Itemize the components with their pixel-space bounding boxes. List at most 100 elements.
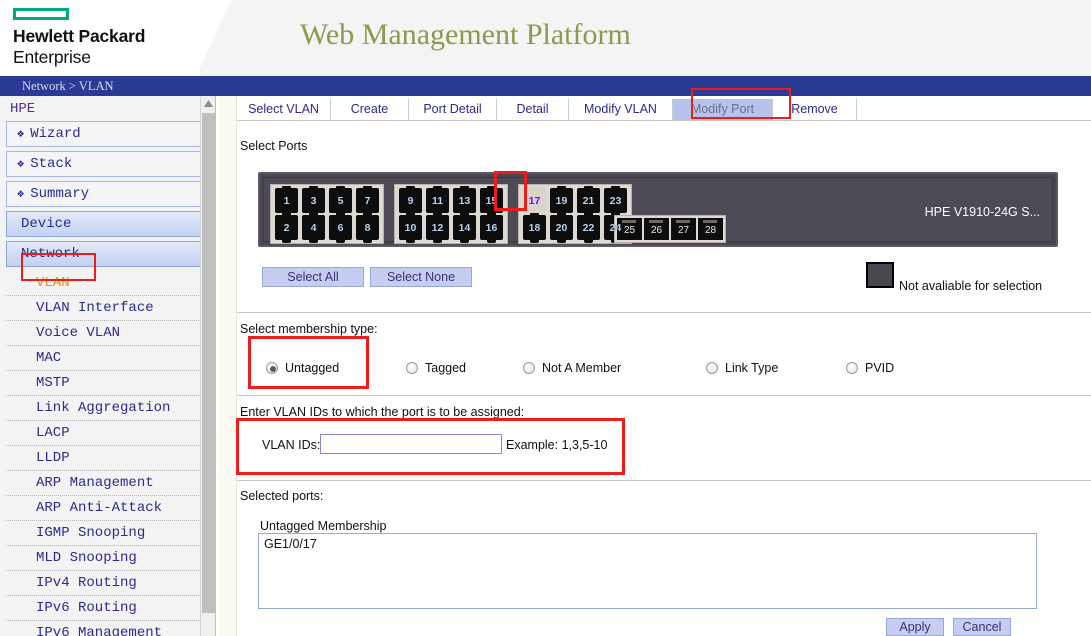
- port-number-label: 5: [337, 194, 344, 207]
- port-24[interactable]: 24: [603, 213, 628, 243]
- port-16[interactable]: 16: [479, 213, 504, 243]
- tab-port-detail[interactable]: Port Detail: [409, 99, 497, 120]
- tab-detail[interactable]: Detail: [497, 99, 569, 120]
- port-panel: 1 2 3 4 5 6 7 8 9 10 11 12 13 14 15 16 17 18 19 20 21 22 23 24 …: [258, 172, 1058, 247]
- sidebar-item-arp-anti-attack[interactable]: ARP Anti-Attack: [6, 496, 209, 521]
- port-number-label: 20: [555, 221, 568, 234]
- sidebar-item-mstp[interactable]: MSTP: [6, 371, 209, 396]
- sidebar-item-list: ❖ Wizard ❖ Stack ❖ Summary Device Network VLAN VL…: [0, 121, 215, 636]
- port-11[interactable]: 11: [425, 186, 450, 216]
- sidebar-item-mac[interactable]: MAC: [6, 346, 209, 371]
- vlan-ids-field-label: VLAN IDs:: [262, 438, 321, 452]
- sidebar-item-arp-management[interactable]: ARP Management: [6, 471, 209, 496]
- port-19[interactable]: 19: [549, 186, 574, 216]
- port-number-label: 8: [364, 221, 371, 234]
- radio-link-type[interactable]: Link Type: [706, 361, 778, 375]
- port-panel-inner: 1 2 3 4 5 6 7 8 9 10 11 12 13 14 15 16 17 18 19 20 21 22 23 24 …: [263, 177, 1053, 244]
- radio-button-icon[interactable]: [406, 362, 418, 374]
- port-2[interactable]: 2: [274, 213, 299, 243]
- tab-modify-vlan[interactable]: Modify VLAN: [569, 99, 673, 120]
- tab-create[interactable]: Create: [331, 99, 409, 120]
- tab-modify-port[interactable]: Modify Port: [673, 99, 773, 120]
- sidebar-item-lacp[interactable]: LACP: [6, 421, 209, 446]
- port-21[interactable]: 21: [576, 186, 601, 216]
- sfp-port-28[interactable]: 28: [698, 218, 723, 240]
- sidebar-item-igmp-snooping[interactable]: IGMP Snooping: [6, 521, 209, 546]
- sidebar-item-ipv6-management[interactable]: IPv6 Management: [6, 621, 209, 636]
- sidebar-item-mld-snooping[interactable]: MLD Snooping: [6, 546, 209, 571]
- sidebar-item-ipv6-routing[interactable]: IPv6 Routing: [6, 596, 209, 621]
- diamond-bullet-icon: ❖: [17, 127, 25, 141]
- unavailable-legend-swatch: [866, 262, 894, 288]
- sidebar-item-vlan-interface[interactable]: VLAN Interface: [6, 296, 209, 321]
- diamond-bullet-icon: ❖: [17, 157, 25, 171]
- apply-button[interactable]: Apply: [886, 618, 944, 636]
- port-column: 56: [328, 186, 353, 243]
- sidebar-group-network[interactable]: Network: [6, 241, 209, 267]
- radio-button-icon[interactable]: [846, 362, 858, 374]
- port-5[interactable]: 5: [328, 186, 353, 216]
- port-3[interactable]: 3: [301, 186, 326, 216]
- select-none-button[interactable]: Select None: [370, 267, 472, 287]
- port-12[interactable]: 12: [425, 213, 450, 243]
- radio-button-icon[interactable]: [706, 362, 718, 374]
- radio-button-icon[interactable]: [523, 362, 535, 374]
- sidebar-item-lldp[interactable]: LLDP: [6, 446, 209, 471]
- scrollbar-thumb[interactable]: [202, 113, 215, 613]
- port-6[interactable]: 6: [328, 213, 353, 243]
- port-14[interactable]: 14: [452, 213, 477, 243]
- membership-type-label: Select membership type:: [240, 322, 378, 336]
- radio-untagged[interactable]: Untagged: [266, 361, 339, 375]
- tab-select-vlan[interactable]: Select VLAN: [237, 99, 331, 120]
- port-20[interactable]: 20: [549, 213, 574, 243]
- port-column: 11 12: [425, 186, 450, 243]
- radio-not-a-member[interactable]: Not A Member: [523, 361, 621, 375]
- port-number-label: 1: [283, 194, 290, 207]
- radio-label: Tagged: [425, 361, 467, 375]
- sidebar-item-summary[interactable]: ❖ Summary: [6, 181, 209, 207]
- port-1[interactable]: 1: [274, 186, 299, 216]
- port-15[interactable]: 15: [479, 186, 504, 216]
- sidebar-group-device[interactable]: Device: [6, 211, 209, 237]
- select-all-button[interactable]: Select All: [262, 267, 364, 287]
- vlan-ids-input[interactable]: [320, 434, 502, 454]
- radio-button-icon[interactable]: [266, 362, 278, 374]
- sfp-port-26[interactable]: 26: [644, 218, 669, 240]
- tab-remove[interactable]: Remove: [773, 99, 857, 120]
- port-number-label: 23: [609, 194, 622, 207]
- port-9[interactable]: 9: [398, 186, 423, 216]
- diamond-bullet-icon: ❖: [17, 187, 25, 201]
- port-18[interactable]: 18: [522, 213, 547, 243]
- untagged-membership-textarea[interactable]: [258, 533, 1037, 609]
- scroll-up-arrow-icon[interactable]: [201, 96, 215, 111]
- breadcrumb: Network > VLAN: [22, 79, 114, 93]
- divider-above-membership: [237, 312, 1091, 313]
- hpe-logo-mark-icon: [13, 8, 69, 20]
- port-4[interactable]: 4: [301, 213, 326, 243]
- port-group-1: 12345678: [270, 184, 384, 244]
- port-7[interactable]: 7: [355, 186, 380, 216]
- sidebar-scrollbar[interactable]: [200, 96, 215, 636]
- sidebar-item-label: Stack: [30, 156, 73, 172]
- sidebar-item-stack[interactable]: ❖ Stack: [6, 151, 209, 177]
- sfp-port-27[interactable]: 27: [671, 218, 696, 240]
- radio-label: Not A Member: [542, 361, 622, 375]
- port-23[interactable]: 23: [603, 186, 628, 216]
- cancel-button[interactable]: Cancel: [953, 618, 1011, 636]
- sidebar-item-link-aggregation[interactable]: Link Aggregation: [6, 396, 209, 421]
- radio-tagged[interactable]: Tagged: [406, 361, 466, 375]
- port-column: 19 20: [549, 186, 574, 243]
- port-13[interactable]: 13: [452, 186, 477, 216]
- port-8[interactable]: 8: [355, 213, 380, 243]
- port-17[interactable]: 17: [522, 186, 547, 216]
- sidebar-item-wizard[interactable]: ❖ Wizard: [6, 121, 209, 147]
- port-10[interactable]: 10: [398, 213, 423, 243]
- sidebar-item-voice-vlan[interactable]: Voice VLAN: [6, 321, 209, 346]
- sidebar-item-vlan[interactable]: VLAN: [6, 271, 209, 296]
- port-column: 78: [355, 186, 380, 243]
- radio-pvid[interactable]: PVID: [846, 361, 894, 375]
- logo-text-line-2: Enterprise: [13, 47, 91, 67]
- port-number-label: 21: [582, 194, 595, 207]
- sidebar-item-ipv4-routing[interactable]: IPv4 Routing: [6, 571, 209, 596]
- port-22[interactable]: 22: [576, 213, 601, 243]
